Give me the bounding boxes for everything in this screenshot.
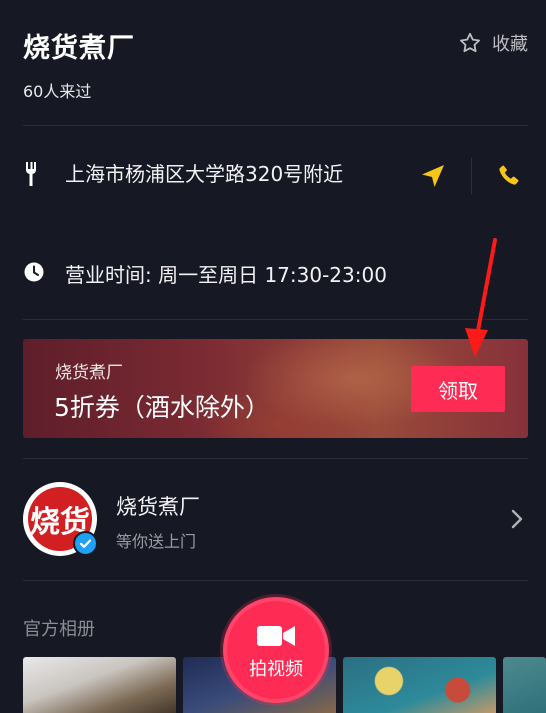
album-photo[interactable] [23, 657, 176, 713]
shoot-video-button[interactable]: 拍视频 [223, 597, 329, 703]
divider [23, 319, 528, 320]
album-photo[interactable] [503, 657, 546, 713]
coupon-card[interactable]: 烧货煮厂 5折券（酒水除外） 领取 [23, 339, 528, 438]
divider [471, 158, 472, 194]
fork-icon [26, 162, 36, 186]
star-icon [460, 32, 480, 53]
album-photo[interactable] [343, 657, 496, 713]
divider [23, 125, 528, 126]
verified-icon [73, 531, 98, 556]
video-camera-icon [257, 626, 295, 646]
merchant-name[interactable]: 烧货煮厂 [116, 491, 200, 521]
favorite-label: 收藏 [492, 34, 528, 55]
divider [23, 580, 528, 581]
merchant-subtitle: 等你送上门 [116, 532, 197, 551]
coupon-title: 5折券（酒水除外） [54, 393, 270, 422]
claim-button[interactable]: 领取 [411, 366, 505, 412]
annotation-arrow-icon [465, 238, 497, 357]
chevron-right-icon[interactable] [510, 508, 524, 530]
navigation-icon[interactable] [420, 163, 446, 189]
coupon-shop-name: 烧货煮厂 [55, 363, 123, 383]
visitor-count: 60人来过 [23, 82, 92, 101]
phone-icon[interactable] [497, 163, 521, 187]
business-hours: 营业时间: 周一至周日 17:30-23:00 [65, 263, 387, 287]
page-title: 烧货煮厂 [23, 33, 135, 64]
favorite-button[interactable]: 收藏 [458, 30, 528, 56]
address-text[interactable]: 上海市杨浦区大学路320号附近 [65, 160, 375, 188]
clock-icon [24, 262, 44, 282]
album-label: 官方相册 [23, 619, 95, 640]
shoot-video-label: 拍视频 [249, 659, 303, 680]
divider [23, 458, 528, 459]
